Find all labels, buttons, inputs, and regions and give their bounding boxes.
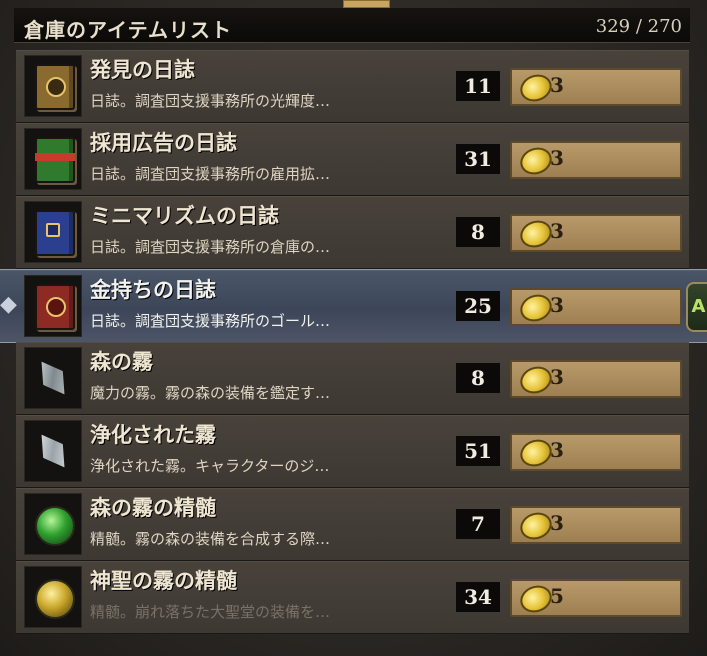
- item-quantity: 31: [456, 144, 500, 174]
- item-quantity: 51: [456, 436, 500, 466]
- item-icon-frame: [24, 55, 82, 117]
- mist-crystal-icon: [32, 355, 75, 402]
- item-name: 採用広告の日誌: [90, 131, 237, 155]
- list-item[interactable]: 神聖の霧の精髄 精髄。崩れ落ちた大聖堂の装備を… 34 5: [16, 561, 689, 634]
- item-description: 精髄。霧の森の装備を合成する際…: [90, 530, 331, 548]
- item-description: 日誌。調査団支援事務所のゴール…: [90, 312, 331, 330]
- item-description: 精髄。崩れ落ちた大聖堂の装備を…: [90, 603, 331, 621]
- item-name: 浄化された霧: [90, 423, 216, 447]
- item-description: 浄化された霧。キャラクターのジ…: [90, 457, 330, 475]
- item-price: 3: [550, 73, 564, 97]
- price-tag: 3: [510, 506, 682, 544]
- item-price: 3: [550, 219, 564, 243]
- item-icon-frame: [24, 201, 82, 263]
- a-action-button[interactable]: A: [686, 282, 707, 332]
- green-essence-orb-icon: [35, 506, 75, 546]
- item-description: 日誌。調査団支援事務所の光輝度…: [90, 92, 331, 110]
- item-price: 5: [550, 584, 564, 608]
- item-price: 3: [550, 511, 564, 535]
- price-tag: 3: [510, 214, 682, 252]
- item-icon-frame: [24, 566, 82, 628]
- price-tag: 3: [510, 68, 682, 106]
- item-count: 329 / 270: [595, 16, 682, 37]
- item-icon-frame: [24, 420, 82, 482]
- price-tag: 3: [510, 433, 682, 471]
- item-name: 発見の日誌: [90, 58, 195, 82]
- item-icon-frame: [24, 493, 82, 555]
- item-price: 3: [550, 365, 564, 389]
- inventory-header: 倉庫のアイテムリスト 329 / 270: [14, 8, 690, 43]
- list-item[interactable]: 採用広告の日誌 日誌。調査団支援事務所の雇用拡… 31 3: [16, 123, 689, 196]
- item-quantity: 11: [456, 71, 500, 101]
- purified-mist-crystal-icon: [32, 428, 75, 475]
- item-quantity: 25: [456, 291, 500, 321]
- blue-journal-icon: [35, 210, 75, 256]
- list-item[interactable]: 森の霧 魔力の霧。霧の森の装備を鑑定す… 8 3: [16, 342, 689, 415]
- item-price: 3: [550, 293, 564, 317]
- item-quantity: 8: [456, 217, 500, 247]
- yellow-journal-icon: [35, 64, 75, 110]
- price-tag: 3: [510, 360, 682, 398]
- item-icon-frame: [24, 128, 82, 190]
- top-tab-marker: [343, 0, 390, 8]
- item-quantity: 34: [456, 582, 500, 612]
- item-quantity: 8: [456, 363, 500, 393]
- item-name: ミニマリズムの日誌: [90, 204, 279, 228]
- item-name: 神聖の霧の精髄: [90, 569, 237, 593]
- item-price: 3: [550, 438, 564, 462]
- list-item[interactable]: 発見の日誌 日誌。調査団支援事務所の光輝度… 11 3: [16, 50, 689, 123]
- list-item[interactable]: 浄化された霧 浄化された霧。キャラクターのジ… 51 3: [16, 415, 689, 488]
- item-name: 森の霧: [90, 350, 153, 374]
- item-quantity: 7: [456, 509, 500, 539]
- price-tag: 3: [510, 288, 682, 326]
- item-name: 森の霧の精髄: [90, 496, 216, 520]
- item-description: 日誌。調査団支援事務所の倉庫の…: [90, 238, 331, 256]
- list-item[interactable]: 森の霧の精髄 精髄。霧の森の装備を合成する際… 7 3: [16, 488, 689, 561]
- item-icon-frame: [24, 275, 82, 337]
- item-name: 金持ちの日誌: [90, 278, 216, 302]
- price-tag: 5: [510, 579, 682, 617]
- list-item-selected[interactable]: ◆ 金持ちの日誌 日誌。調査団支援事務所のゴール… 25 3 A: [0, 269, 707, 343]
- gold-essence-orb-icon: [35, 579, 75, 619]
- item-icon-frame: [24, 347, 82, 409]
- price-tag: 3: [510, 141, 682, 179]
- red-journal-icon: [35, 284, 75, 330]
- page-title: 倉庫のアイテムリスト: [24, 18, 232, 42]
- green-journal-icon: [35, 137, 75, 183]
- list-item[interactable]: ミニマリズムの日誌 日誌。調査団支援事務所の倉庫の… 8 3: [16, 196, 689, 269]
- item-price: 3: [550, 146, 564, 170]
- item-description: 魔力の霧。霧の森の装備を鑑定す…: [90, 384, 331, 402]
- selection-arrow-icon: ◆: [0, 292, 17, 317]
- item-description: 日誌。調査団支援事務所の雇用拡…: [90, 165, 331, 183]
